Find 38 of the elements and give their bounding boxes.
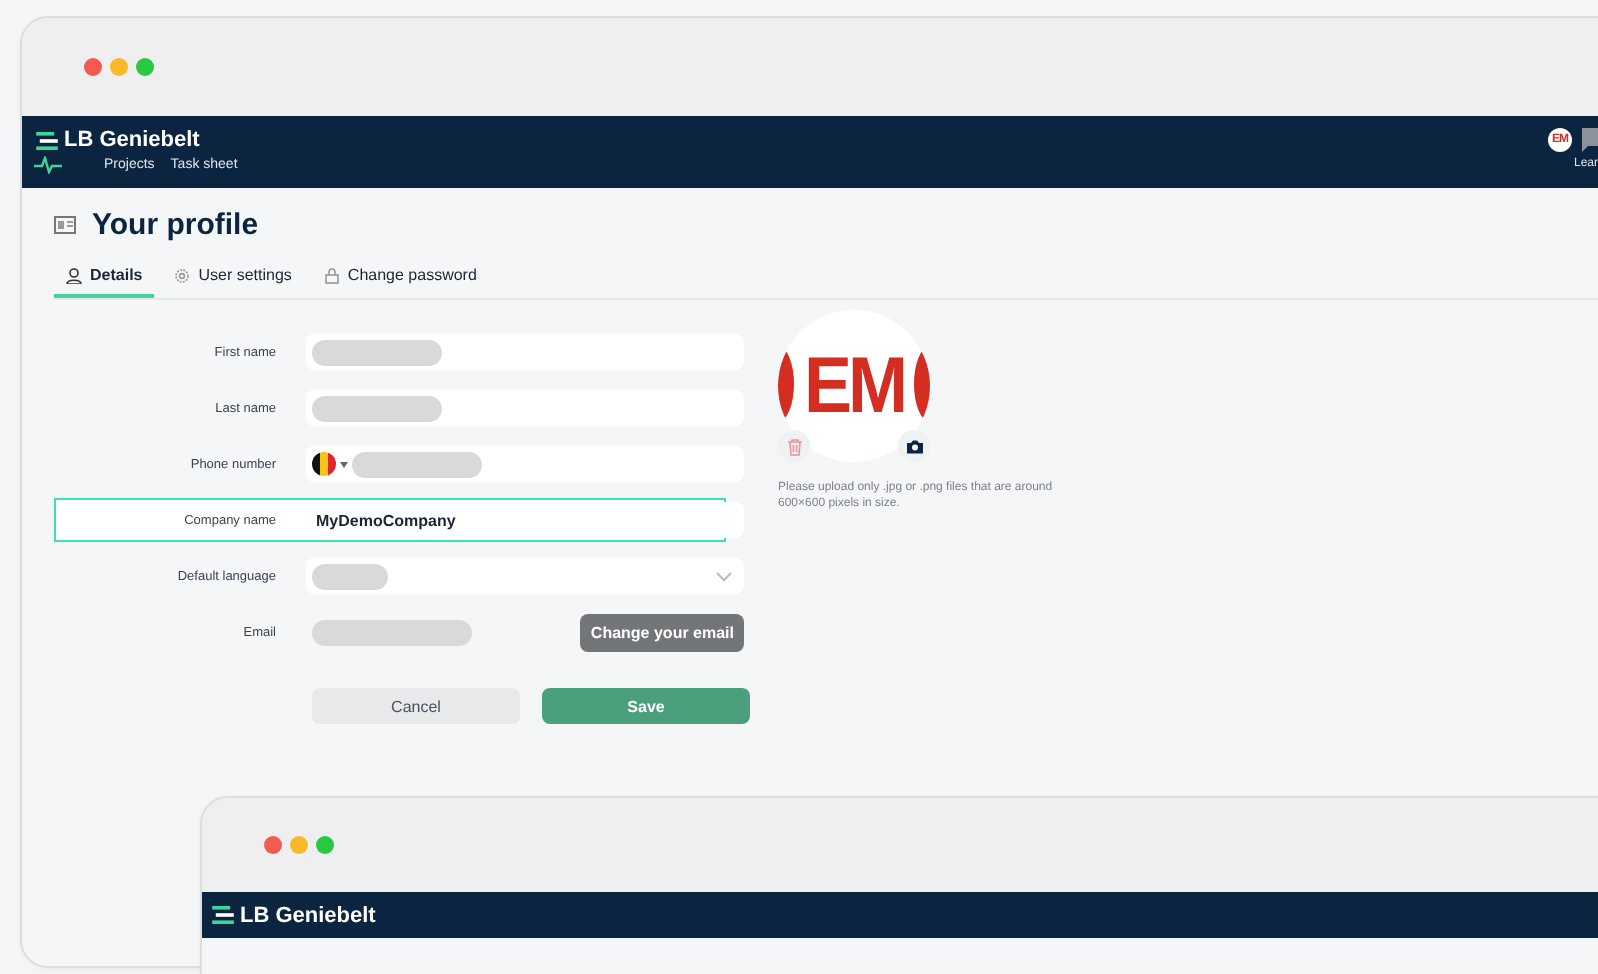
person-icon bbox=[66, 267, 82, 283]
brand-name: LB Geniebelt bbox=[64, 128, 200, 152]
maximize-dot[interactable] bbox=[316, 836, 334, 854]
profile-photo[interactable]: EM bbox=[778, 310, 930, 462]
minimize-dot[interactable] bbox=[290, 836, 308, 854]
text-field[interactable] bbox=[306, 334, 744, 370]
text-field[interactable] bbox=[306, 390, 744, 426]
upload-button[interactable] bbox=[898, 430, 930, 462]
language-dropdown[interactable] bbox=[306, 558, 744, 594]
close-dot[interactable] bbox=[264, 836, 282, 854]
pulse-icon[interactable] bbox=[34, 156, 62, 174]
minimize-dot[interactable] bbox=[110, 58, 128, 76]
brand-name: LB Geniebelt bbox=[240, 903, 376, 927]
maximize-dot[interactable] bbox=[136, 58, 154, 76]
redacted-value bbox=[312, 339, 442, 365]
close-dot[interactable] bbox=[84, 58, 102, 76]
lock-icon bbox=[323, 267, 340, 283]
page-title: Your profile bbox=[92, 208, 259, 242]
caret-icon bbox=[340, 461, 348, 467]
tab[interactable]: Details bbox=[54, 260, 155, 298]
logo-icon bbox=[212, 906, 234, 924]
cancel-button[interactable]: Cancel bbox=[312, 688, 520, 724]
logo-icon bbox=[36, 131, 58, 149]
delete-button[interactable] bbox=[778, 430, 810, 462]
redacted-value bbox=[312, 563, 388, 589]
camera-icon bbox=[905, 437, 923, 455]
tab[interactable]: User settings bbox=[162, 260, 304, 298]
redacted-value bbox=[312, 395, 442, 421]
phone-field[interactable] bbox=[306, 446, 744, 482]
gear-icon bbox=[174, 267, 191, 283]
flag-icon[interactable] bbox=[312, 452, 336, 476]
chevron-down-icon bbox=[716, 571, 732, 581]
redacted-value bbox=[352, 451, 482, 477]
id-card-icon bbox=[54, 216, 76, 234]
tab[interactable]: Change password bbox=[311, 260, 489, 298]
change-email-button[interactable]: Change your email bbox=[580, 614, 744, 652]
trash-icon bbox=[785, 437, 803, 455]
photo-initials: EM bbox=[804, 339, 904, 433]
